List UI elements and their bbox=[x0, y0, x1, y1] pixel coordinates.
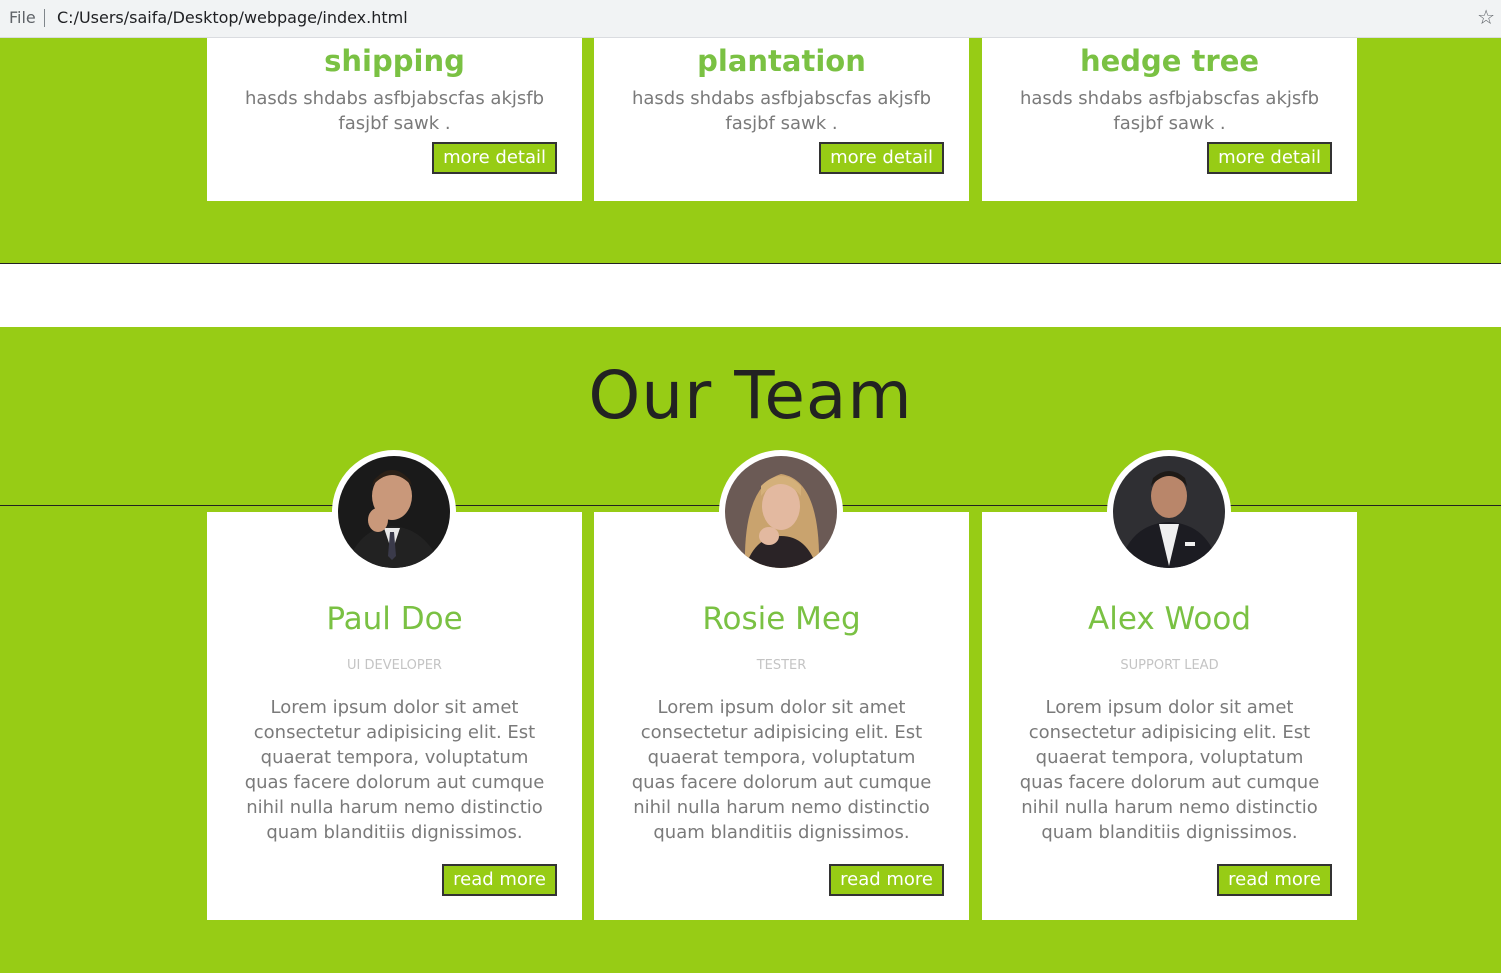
services-section: shipping hasds shdabs asfbjabscfas akjsf… bbox=[0, 38, 1501, 263]
avatar bbox=[332, 450, 456, 574]
read-more-button[interactable]: read more bbox=[829, 864, 944, 896]
team-member-card: Alex Wood SUPPORT LEAD Lorem ipsum dolor… bbox=[982, 450, 1357, 920]
read-more-button[interactable]: read more bbox=[1217, 864, 1332, 896]
member-role: SUPPORT LEAD bbox=[1120, 658, 1219, 673]
service-description: hasds shdabs asfbjabscfas akjsfb fasjbf … bbox=[1019, 88, 1320, 134]
avatar bbox=[1107, 450, 1231, 574]
member-name: Alex Wood bbox=[1088, 601, 1251, 637]
member-name: Paul Doe bbox=[326, 601, 463, 637]
team-member-card: Rosie Meg TESTER Lorem ipsum dolor sit a… bbox=[594, 450, 969, 920]
service-description: hasds shdabs asfbjabscfas akjsfb fasjbf … bbox=[244, 88, 545, 134]
member-bio: Lorem ipsum dolor sit amet consectetur a… bbox=[244, 697, 545, 843]
more-detail-button[interactable]: more detail bbox=[819, 142, 944, 174]
member-bio: Lorem ipsum dolor sit amet consectetur a… bbox=[631, 697, 932, 843]
section-divider bbox=[0, 263, 1501, 264]
member-role: TESTER bbox=[756, 658, 807, 673]
more-detail-button[interactable]: more detail bbox=[1207, 142, 1332, 174]
address-separator bbox=[44, 9, 45, 27]
member-name: Rosie Meg bbox=[702, 601, 861, 637]
service-title: plantation bbox=[697, 44, 866, 78]
avatar-photo bbox=[725, 456, 837, 568]
file-scheme-label: File bbox=[9, 8, 36, 27]
avatar-photo bbox=[1113, 456, 1225, 568]
team-heading: Our Team bbox=[588, 357, 913, 434]
service-description: hasds shdabs asfbjabscfas akjsfb fasjbf … bbox=[631, 88, 932, 134]
read-more-button[interactable]: read more bbox=[442, 864, 557, 896]
service-title: shipping bbox=[324, 44, 465, 78]
star-icon[interactable]: ☆ bbox=[1477, 5, 1495, 29]
service-title: hedge tree bbox=[1079, 44, 1260, 78]
service-card: hedge tree hasds shdabs asfbjabscfas akj… bbox=[982, 38, 1357, 201]
member-role: UI DEVELOPER bbox=[347, 658, 442, 673]
member-bio: Lorem ipsum dolor sit amet consectetur a… bbox=[1019, 697, 1320, 843]
service-card: shipping hasds shdabs asfbjabscfas akjsf… bbox=[207, 38, 582, 201]
team-section: Our Team Paul Doe UI DEVELOPER Lorem ips… bbox=[0, 327, 1501, 973]
browser-address-bar: File C:/Users/saifa/Desktop/webpage/inde… bbox=[0, 0, 1501, 38]
avatar-photo bbox=[338, 456, 450, 568]
more-detail-button[interactable]: more detail bbox=[432, 142, 557, 174]
service-card: plantation hasds shdabs asfbjabscfas akj… bbox=[594, 38, 969, 201]
team-member-card: Paul Doe UI DEVELOPER Lorem ipsum dolor … bbox=[207, 450, 582, 920]
url-field[interactable]: C:/Users/saifa/Desktop/webpage/index.htm… bbox=[57, 8, 408, 27]
avatar bbox=[719, 450, 843, 574]
